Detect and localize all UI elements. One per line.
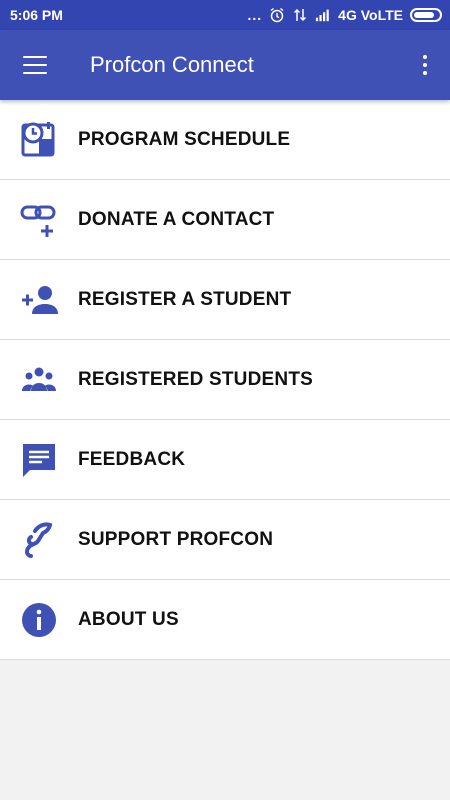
app-bar: Profcon Connect (0, 30, 450, 100)
menu-item-label: REGISTER A STUDENT (78, 288, 292, 310)
menu-item-label: SUPPORT PROFCON (78, 528, 274, 550)
info-icon (22, 602, 56, 637)
overflow-menu-icon (423, 55, 427, 75)
menu-button[interactable] (0, 30, 70, 100)
app-title: Profcon Connect (90, 52, 254, 77)
menu-item-label: FEEDBACK (78, 448, 186, 470)
alarm-icon (270, 7, 284, 23)
status-time: 5:06 PM (10, 7, 63, 23)
hamburger-menu-icon (23, 56, 47, 74)
support-hand-icon (24, 521, 53, 558)
status-icons: ... 4G VoLTE (247, 7, 442, 23)
menu-item-about-us[interactable]: ABOUT US (0, 580, 450, 660)
menu-item-donate-contact[interactable]: DONATE A CONTACT (0, 180, 450, 260)
notification-dots: ... (247, 7, 263, 23)
network-label: 4G VoLTE (338, 7, 403, 23)
signal-icon (316, 9, 329, 22)
menu-item-registered-students[interactable]: REGISTERED STUDENTS (0, 340, 450, 420)
data-transfer-icon (294, 8, 307, 22)
schedule-icon (21, 121, 55, 156)
menu-item-label: REGISTERED STUDENTS (78, 368, 313, 390)
main-menu-list: PROGRAM SCHEDULE DONATE A CONTACT REGIST… (0, 100, 450, 660)
menu-item-program-schedule[interactable]: PROGRAM SCHEDULE (0, 100, 450, 180)
status-bar: 5:06 PM ... 4G VoLTE (0, 0, 450, 30)
menu-item-feedback[interactable]: FEEDBACK (0, 420, 450, 500)
menu-item-label: DONATE A CONTACT (78, 208, 275, 230)
menu-item-label: ABOUT US (78, 608, 179, 630)
person-add-icon (22, 285, 58, 314)
feedback-icon (23, 443, 55, 477)
menu-item-support-profcon[interactable]: SUPPORT PROFCON (0, 500, 450, 580)
link-add-icon (20, 205, 56, 237)
group-icon (22, 367, 56, 391)
overflow-menu-button[interactable] (400, 30, 450, 100)
battery-icon (410, 8, 442, 22)
menu-item-label: PROGRAM SCHEDULE (78, 128, 291, 150)
menu-item-register-student[interactable]: REGISTER A STUDENT (0, 260, 450, 340)
